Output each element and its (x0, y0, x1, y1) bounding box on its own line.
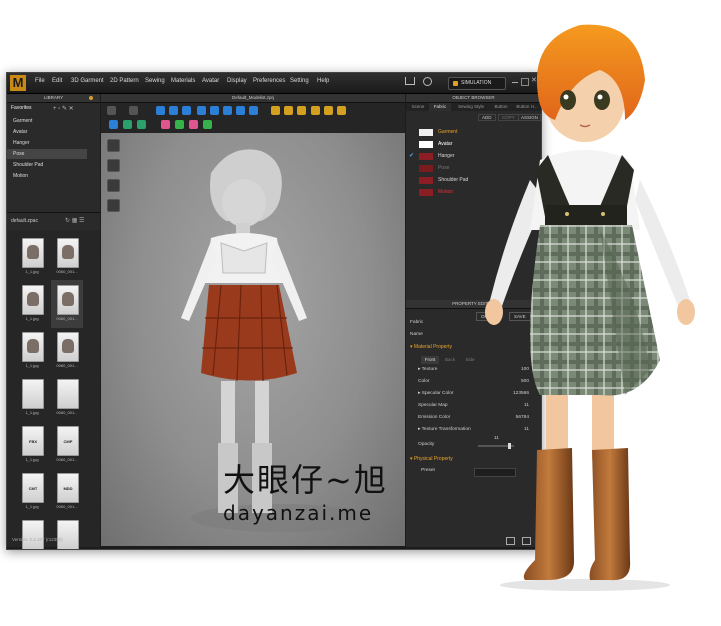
hero-character (485, 24, 695, 591)
